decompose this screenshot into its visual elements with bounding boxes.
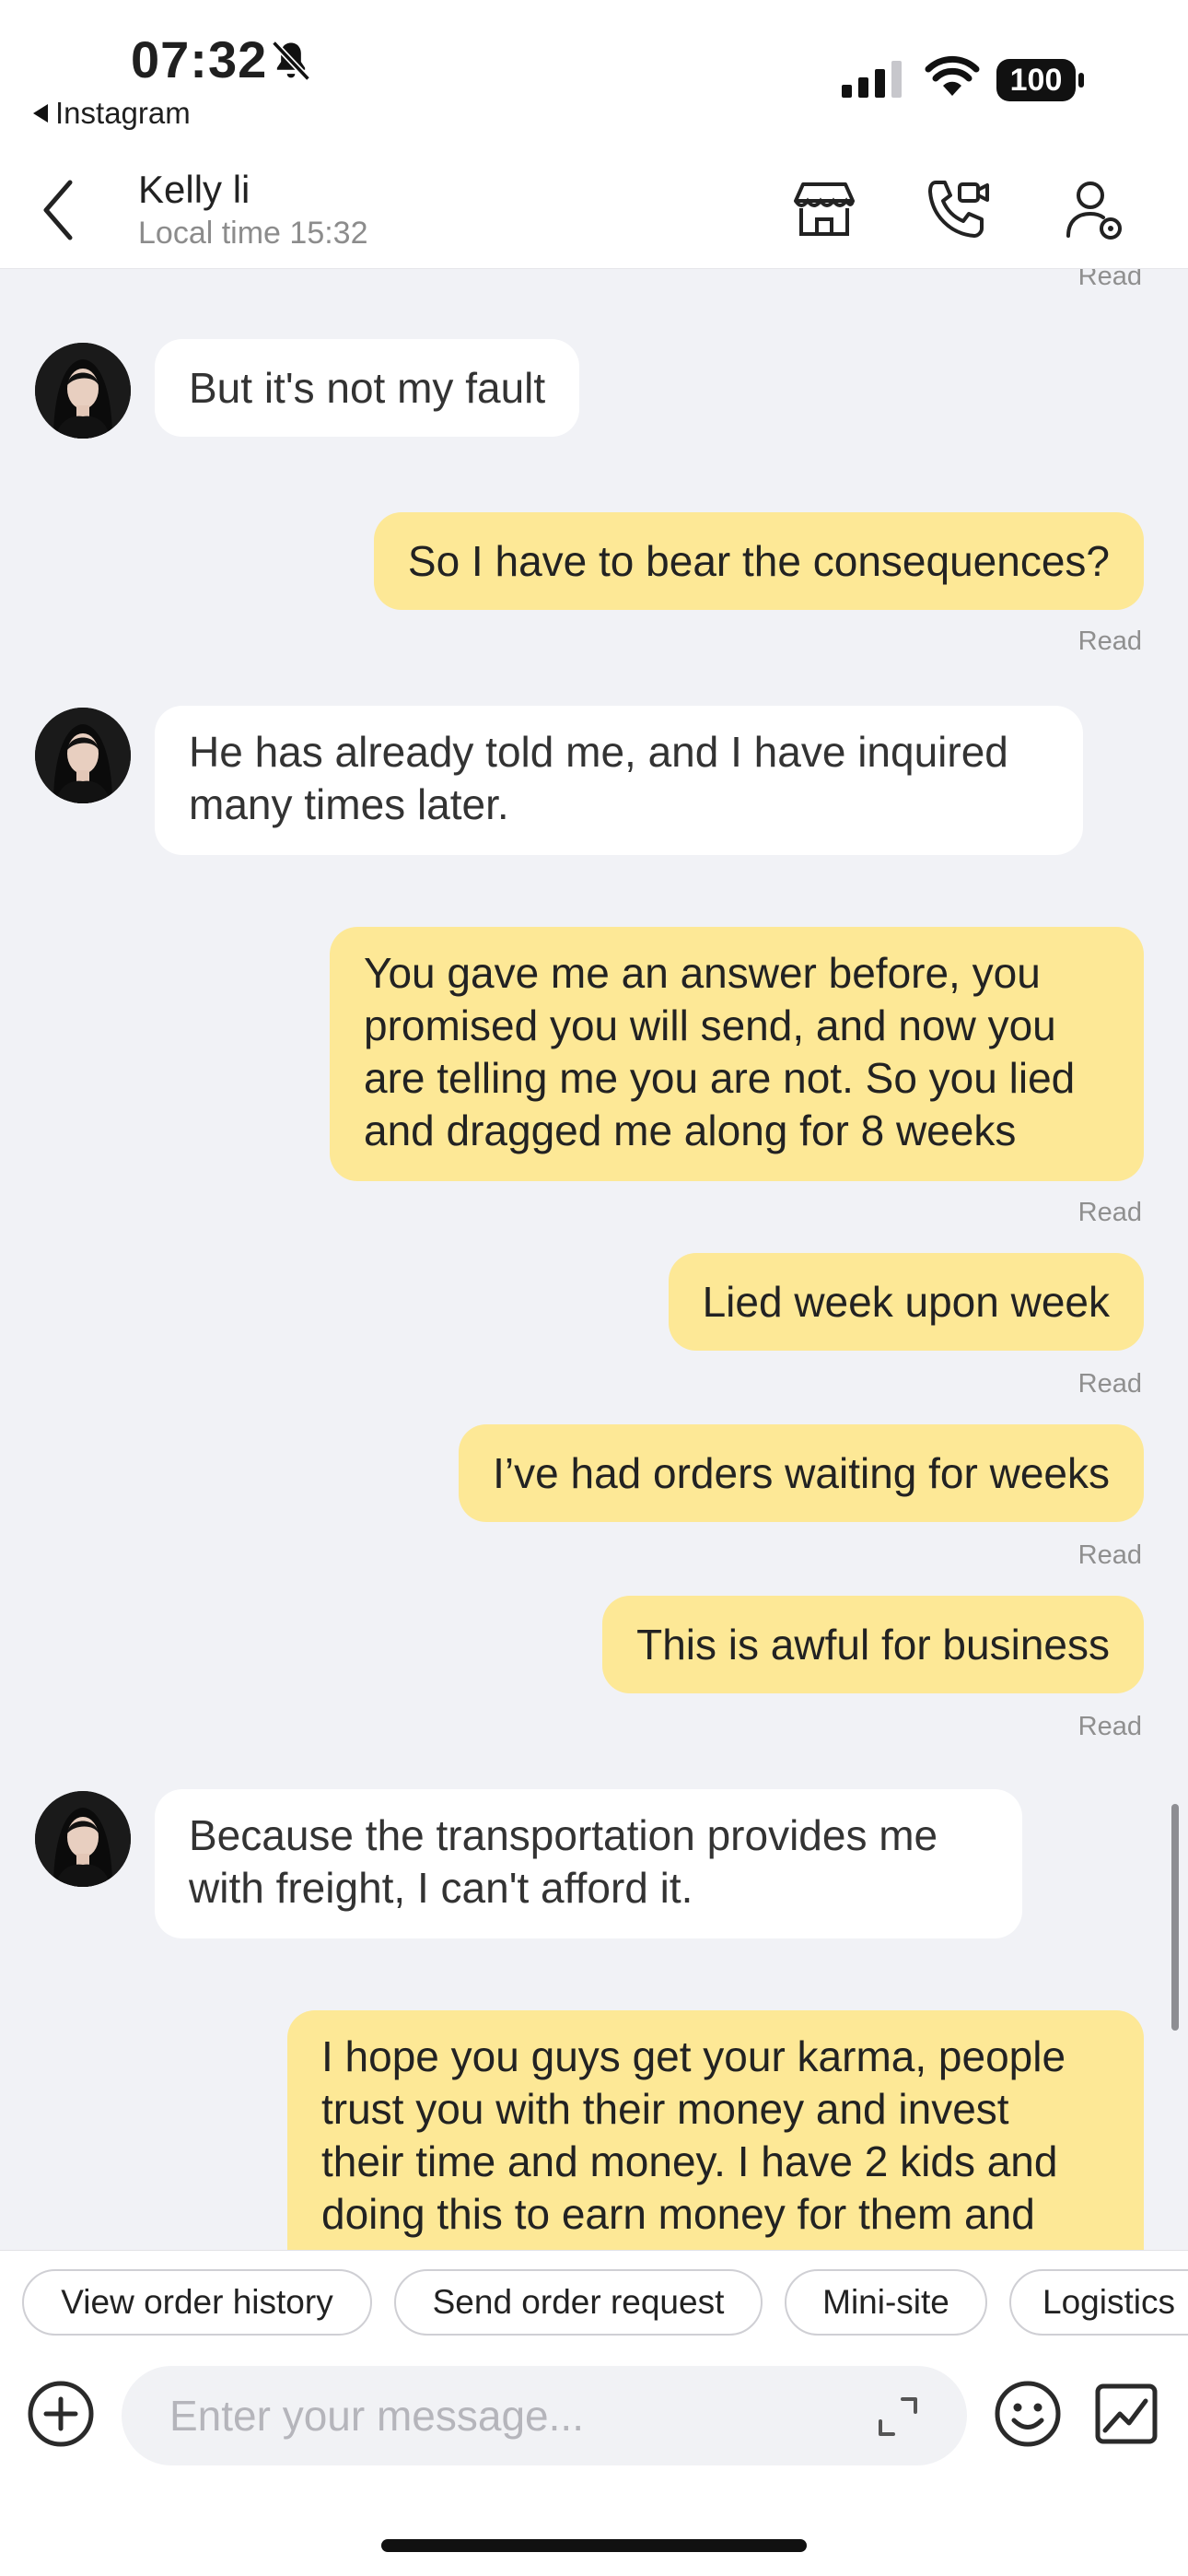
back-triangle-icon [33,104,48,123]
chat-header: Kelly li Local time 15:32 [0,147,1188,269]
message-bubble-outgoing[interactable]: You gave me an answer before, you promis… [330,927,1144,1181]
contact-name[interactable]: Kelly li [138,168,250,212]
message-bubble-incoming[interactable]: But it's not my fault [155,339,580,437]
back-to-app-link[interactable]: Instagram [33,96,191,131]
chevron-left-icon[interactable] [37,175,83,245]
read-receipt: Read [1077,1369,1142,1399]
avatar[interactable] [35,1791,131,1887]
status-time: 07:32 [131,30,268,88]
message-text: So I have to bear the consequences? [407,536,1110,585]
battery-indicator: 100 [996,59,1085,101]
read-receipt: Read [1077,1540,1142,1570]
message-text: I hope you guys get your karma, people t… [321,2032,1066,2238]
image-icon[interactable] [1094,2383,1159,2445]
message-bubble-outgoing[interactable]: I hope you guys get your karma, people t… [287,2010,1144,2250]
back-app-label: Instagram [55,96,191,130]
message-text: He has already told me, and I have inqui… [189,728,1008,828]
read-receipt: Read [1077,269,1142,291]
message-text: I’ve had orders waiting for weeks [493,1448,1110,1497]
quick-reply-view-order-history[interactable]: View order history [22,2269,372,2336]
user-settings-icon[interactable] [1061,175,1129,243]
message-bubble-outgoing[interactable]: Lied week upon week [668,1253,1144,1351]
message-list[interactable]: Read But it's not my fault So I have to … [0,269,1188,2250]
quick-reply-send-order-request[interactable]: Send order request [394,2269,763,2336]
cellular-signal-icon [842,61,902,98]
home-indicator[interactable] [381,2539,807,2552]
message-text: But it's not my fault [189,363,546,412]
video-call-icon[interactable] [923,175,991,243]
battery-level: 100 [1009,62,1063,98]
quick-reply-mini-site[interactable]: Mini-site [785,2269,987,2336]
read-receipt: Read [1077,1198,1142,1227]
wifi-icon [925,55,980,96]
avatar[interactable] [35,708,131,803]
message-bubble-incoming[interactable]: He has already told me, and I have inqui… [155,706,1083,855]
message-bubble-outgoing[interactable]: So I have to bear the consequences? [373,512,1144,610]
quick-reply-bar: View order history Send order request Mi… [0,2250,1188,2351]
emoji-icon[interactable] [993,2379,1063,2449]
status-bar: 07:32 Instagram 100 [0,0,1188,147]
quick-reply-logistics[interactable]: Logistics [1009,2269,1188,2336]
expand-icon[interactable] [873,2392,923,2441]
message-bubble-outgoing[interactable]: This is awful for business [602,1596,1144,1693]
composer-bar [0,2351,1188,2576]
message-text: You gave me an answer before, you promis… [364,949,1076,1154]
message-text: This is awful for business [636,1620,1110,1669]
message-input[interactable] [122,2366,967,2465]
scrollbar[interactable] [1171,1804,1179,2031]
message-bubble-outgoing[interactable]: I’ve had orders waiting for weeks [459,1424,1144,1522]
message-text: Lied week upon week [702,1277,1110,1326]
message-bubble-incoming[interactable]: Because the transportation provides me w… [155,1789,1022,1938]
bell-slash-icon [272,41,310,81]
read-receipt: Read [1077,1712,1142,1741]
store-icon[interactable] [790,175,858,243]
message-text: Because the transportation provides me w… [189,1811,938,1912]
plus-circle-icon[interactable] [26,2379,96,2449]
contact-local-time: Local time 15:32 [138,216,368,251]
read-receipt: Read [1077,626,1142,656]
avatar[interactable] [35,343,131,439]
